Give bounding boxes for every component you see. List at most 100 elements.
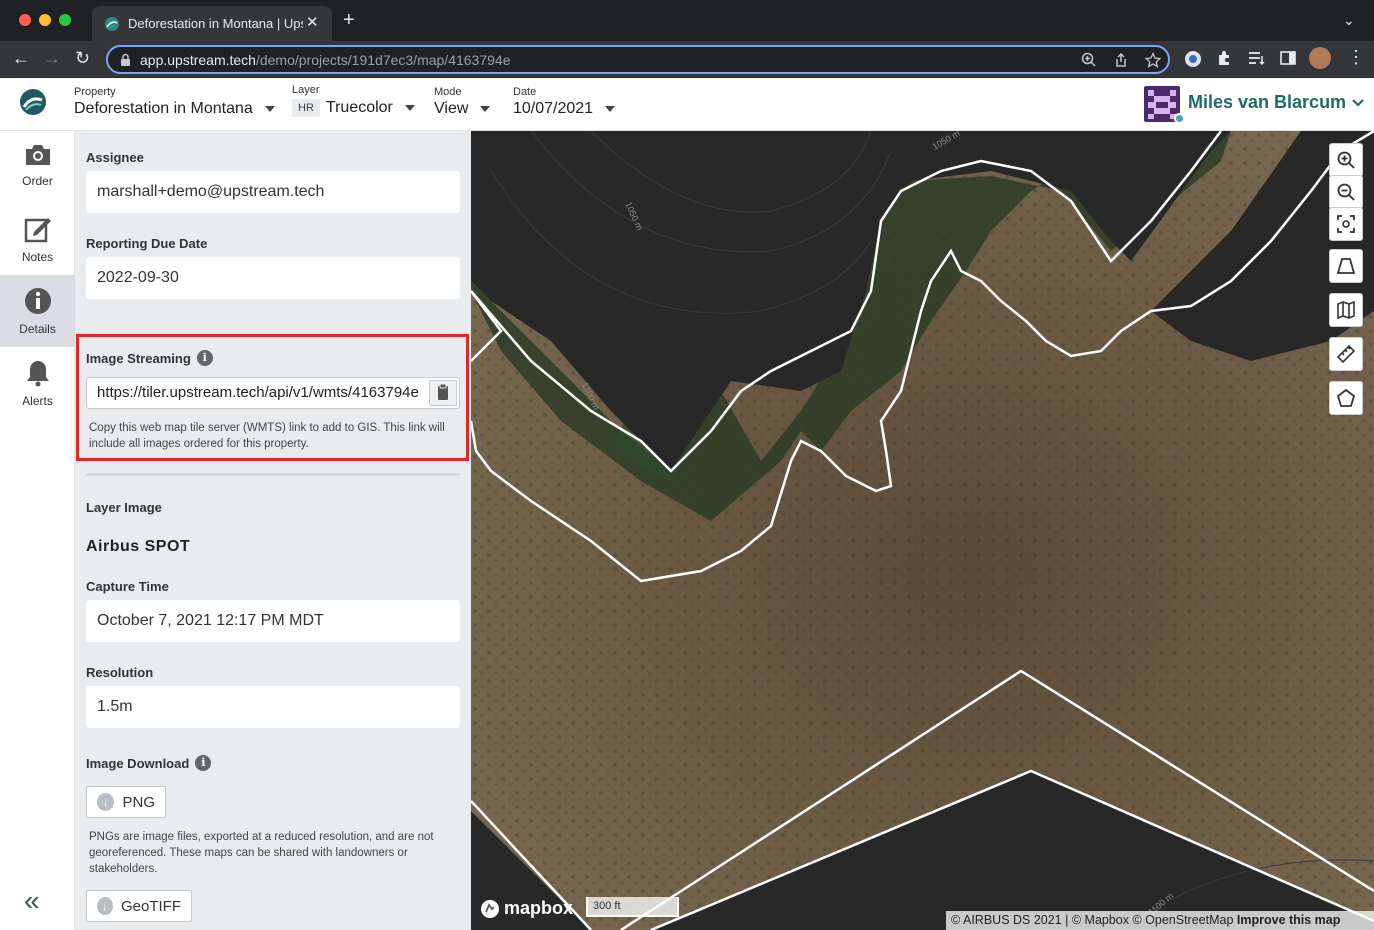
chevron-down-icon xyxy=(1352,98,1364,107)
assignee-field: marshall+demo@upstream.tech xyxy=(86,171,460,213)
wmts-url-input[interactable]: https://tiler.upstream.tech/api/v1/wmts/… xyxy=(86,377,460,409)
new-tab-icon[interactable]: + xyxy=(343,10,355,30)
caret-down-icon xyxy=(264,106,275,112)
mode-label: Mode xyxy=(434,86,462,98)
image-streaming-label-row: Image Streaming i xyxy=(86,350,213,366)
maximize-window-button[interactable] xyxy=(59,14,71,26)
perspective-icon xyxy=(1337,258,1355,274)
nav-item-notes[interactable]: Notes xyxy=(0,203,75,275)
property-selector[interactable]: Property Deforestation in Montana xyxy=(74,86,275,118)
reading-list-icon[interactable] xyxy=(1248,50,1265,67)
lock-icon xyxy=(121,53,130,66)
png-button-label: PNG xyxy=(122,793,155,811)
download-arrow-icon: ↓ xyxy=(97,793,115,811)
collapse-sidebar-icon[interactable]: « xyxy=(24,885,40,917)
section-divider xyxy=(86,473,460,476)
left-nav: Order Notes Details Alerts « xyxy=(0,131,75,930)
copy-to-clipboard-button[interactable] xyxy=(429,380,457,406)
zoom-in-icon xyxy=(1337,151,1355,169)
browser-tab[interactable]: Deforestation in Montana | Upstream ✕ xyxy=(92,6,332,41)
nav-label-order: Order xyxy=(22,174,53,188)
nav-label-notes: Notes xyxy=(21,250,54,264)
improve-map-link[interactable]: Improve this map xyxy=(1237,913,1341,927)
zoom-out-button[interactable] xyxy=(1329,175,1363,209)
layer-image-label: Layer Image xyxy=(86,500,162,515)
attribution-text: © AIRBUS DS 2021 | © Mapbox © OpenStreet… xyxy=(951,913,1234,927)
fit-bounds-icon xyxy=(1337,215,1355,233)
basemap-button[interactable] xyxy=(1329,293,1363,327)
resolution-label: Resolution xyxy=(86,665,154,680)
extension-globe-icon[interactable] xyxy=(1184,50,1202,68)
info-icon[interactable]: i xyxy=(196,350,213,366)
layer-label: Layer xyxy=(292,84,320,96)
status-dot xyxy=(1174,113,1185,124)
draw-polygon-button[interactable] xyxy=(1329,381,1363,415)
zoom-in-button[interactable] xyxy=(1329,143,1363,177)
assignee-label: Assignee xyxy=(86,150,144,165)
polygon-icon xyxy=(1337,389,1355,407)
date-label: Date xyxy=(513,86,537,98)
capture-time-field: October 7, 2021 12:17 PM MDT xyxy=(86,600,460,642)
user-menu[interactable]: Miles van Blarcum xyxy=(1188,92,1364,113)
edit-icon xyxy=(24,218,51,243)
due-date-field: 2022-09-30 xyxy=(86,257,460,299)
mode-value: View xyxy=(434,100,469,117)
caret-down-icon xyxy=(404,105,415,111)
info-icon xyxy=(24,288,51,314)
date-selector[interactable]: Date 10/07/2021 xyxy=(513,86,616,118)
back-arrow-icon[interactable]: ← xyxy=(12,47,30,69)
tab-close-icon[interactable]: ✕ xyxy=(306,13,319,31)
side-panel-icon[interactable] xyxy=(1280,50,1296,66)
mapbox-icon xyxy=(481,899,499,918)
map-icon xyxy=(1337,301,1355,319)
browser-tab-bar: Deforestation in Montana | Upstream ✕ + … xyxy=(0,0,1374,41)
perspective-button[interactable] xyxy=(1329,249,1363,283)
tab-search-chevron-icon[interactable]: ⌄ xyxy=(1343,12,1355,29)
forward-arrow-icon[interactable]: → xyxy=(43,47,61,69)
nav-label-details: Details xyxy=(19,322,56,336)
zoom-page-icon[interactable] xyxy=(1081,52,1097,68)
url-text: app.upstream.tech/demo/projects/191d7ec3… xyxy=(140,52,511,68)
capture-time-label: Capture Time xyxy=(86,579,169,594)
ruler-icon xyxy=(1337,345,1355,363)
mapbox-wordmark: mapbox xyxy=(504,898,574,918)
layer-selector[interactable]: Layer HR Truecolor xyxy=(292,84,415,117)
bell-icon xyxy=(26,361,49,387)
app-header: Property Deforestation in Montana Layer … xyxy=(0,78,1374,131)
close-window-button[interactable] xyxy=(19,14,31,26)
extensions-puzzle-icon[interactable] xyxy=(1216,50,1233,67)
nav-item-order[interactable]: Order xyxy=(0,131,75,203)
png-download-button[interactable]: ↓ PNG xyxy=(86,786,166,818)
mode-selector[interactable]: Mode View xyxy=(434,86,491,118)
address-bar[interactable]: app.upstream.tech/demo/projects/191d7ec3… xyxy=(106,45,1170,74)
scale-bar: 300 ft xyxy=(586,897,679,917)
bookmark-star-icon[interactable] xyxy=(1145,52,1161,68)
fit-bounds-button[interactable] xyxy=(1329,207,1363,241)
nav-item-alerts[interactable]: Alerts xyxy=(0,347,75,419)
image-streaming-label: Image Streaming xyxy=(86,350,191,366)
nav-item-details[interactable]: Details xyxy=(0,275,75,347)
caret-down-icon xyxy=(480,106,491,112)
caret-down-icon xyxy=(605,106,616,112)
date-value: 10/07/2021 xyxy=(513,100,594,117)
property-label: Property xyxy=(74,86,116,98)
geotiff-download-button[interactable]: ↓ GeoTIFF xyxy=(86,890,192,922)
share-icon[interactable] xyxy=(1113,52,1129,68)
camera-icon xyxy=(25,145,50,165)
satellite-map[interactable]: 1050 m 1050 m 1100 m 1100 m mapbox 300 f… xyxy=(471,131,1374,930)
png-help-text: PNGs are image files, exported at a redu… xyxy=(89,831,434,875)
browser-toolbar: ← → ↻ app.upstream.tech/demo/projects/19… xyxy=(0,41,1374,78)
map-imagery xyxy=(471,131,1374,930)
user-name: Miles van Blarcum xyxy=(1188,92,1347,112)
mapbox-logo[interactable]: mapbox xyxy=(480,898,573,919)
upstream-logo-icon[interactable] xyxy=(19,88,47,116)
due-date-label: Reporting Due Date xyxy=(86,236,208,251)
measure-button[interactable] xyxy=(1329,337,1363,371)
zoom-out-icon xyxy=(1337,183,1355,201)
info-icon[interactable]: i xyxy=(195,755,212,771)
reload-icon[interactable]: ↻ xyxy=(75,47,90,69)
property-value: Deforestation in Montana xyxy=(74,100,253,117)
more-menu-icon[interactable]: ⋮ xyxy=(1347,47,1365,68)
profile-avatar[interactable] xyxy=(1309,47,1331,69)
minimize-window-button[interactable] xyxy=(39,14,51,26)
